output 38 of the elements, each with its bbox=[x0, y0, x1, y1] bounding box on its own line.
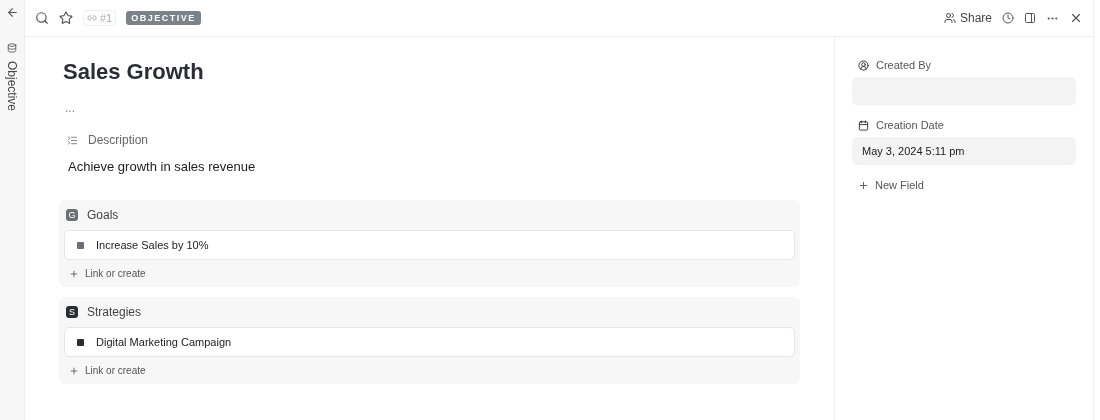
people-icon bbox=[943, 12, 956, 24]
description-label: Description bbox=[88, 133, 149, 147]
clock-icon[interactable] bbox=[1002, 12, 1014, 24]
field-value[interactable]: May 3, 2024 5:11 pm bbox=[852, 137, 1076, 165]
square-icon bbox=[77, 241, 84, 249]
description-text: Achieve growth in sales revenue bbox=[68, 159, 257, 174]
user-icon bbox=[858, 59, 869, 71]
database-icon bbox=[7, 43, 17, 53]
item-title: Digital Marketing Campaign bbox=[96, 336, 232, 348]
link-or-create-button[interactable]: Link or create bbox=[64, 268, 795, 279]
plus-icon bbox=[858, 179, 869, 191]
section-title: Goals bbox=[87, 208, 119, 222]
linked-item[interactable]: Increase Sales by 10% bbox=[64, 230, 795, 260]
link-or-create-button[interactable]: Link or create bbox=[64, 365, 795, 376]
type-badge: OBJECTIVE bbox=[126, 11, 201, 25]
item-title: Increase Sales by 10% bbox=[96, 239, 209, 251]
share-button[interactable]: Share bbox=[943, 11, 992, 25]
more-text[interactable]: ... bbox=[65, 101, 800, 115]
field-label: Creation Date bbox=[876, 119, 944, 131]
plus-icon bbox=[69, 268, 79, 279]
sidebar-label[interactable]: Objective bbox=[5, 61, 19, 112]
section-badge: G bbox=[66, 209, 78, 221]
field-label: Created By bbox=[876, 59, 932, 71]
calendar-icon bbox=[858, 119, 869, 131]
square-icon bbox=[77, 338, 84, 346]
close-icon[interactable] bbox=[1069, 11, 1083, 25]
link-icon bbox=[87, 13, 97, 23]
star-icon[interactable] bbox=[59, 11, 73, 25]
search-icon[interactable] bbox=[35, 11, 49, 25]
plus-icon bbox=[69, 365, 79, 376]
section-title: Strategies bbox=[87, 305, 142, 319]
section-badge: S bbox=[66, 306, 78, 318]
panel-icon[interactable] bbox=[1024, 12, 1036, 24]
linked-item[interactable]: Digital Marketing Campaign bbox=[64, 327, 795, 357]
back-icon[interactable] bbox=[5, 6, 19, 19]
page-title: Sales Growth bbox=[63, 59, 205, 85]
new-field-button[interactable]: New Field bbox=[852, 179, 1076, 191]
description-icon bbox=[67, 134, 78, 146]
